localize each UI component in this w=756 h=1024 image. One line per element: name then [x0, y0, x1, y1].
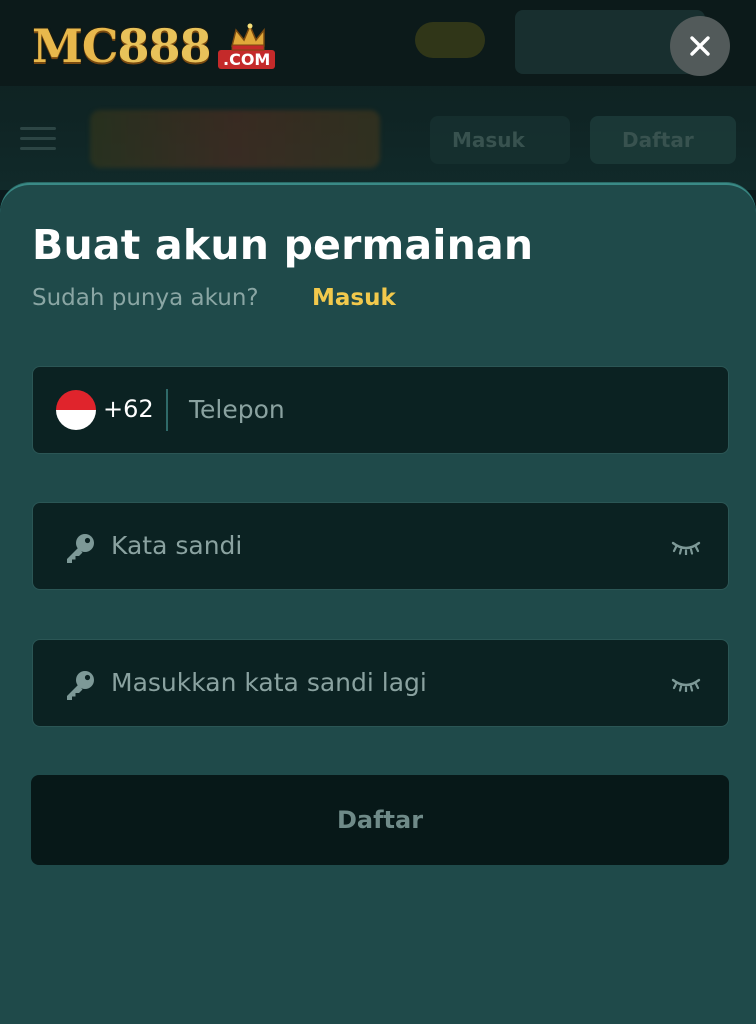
- register-button-label: Daftar: [336, 806, 424, 834]
- background-register-button: Daftar: [590, 116, 736, 164]
- confirm-password-field[interactable]: Masukkan kata sandi lagi: [32, 639, 729, 727]
- phone-input[interactable]: Telepon: [189, 395, 285, 424]
- page-title: Buat akun permainan: [32, 221, 534, 269]
- logo-text: MC888: [32, 19, 212, 73]
- crown-icon: [231, 23, 265, 51]
- register-page: Masuk Daftar MC888 .COM Buat akun permai…: [0, 0, 756, 1024]
- register-sheet: Buat akun permainan Sudah punya akun? Ma…: [0, 183, 756, 1024]
- background-register-label: Daftar: [622, 128, 694, 152]
- eye-closed-icon[interactable]: [670, 676, 702, 692]
- close-icon: [690, 36, 710, 56]
- logo-main-text: MC: [32, 19, 119, 73]
- country-code[interactable]: +62: [103, 395, 154, 423]
- indonesia-flag-icon[interactable]: [56, 390, 96, 430]
- password-input[interactable]: Kata sandi: [111, 531, 242, 560]
- background-banner: [415, 22, 485, 58]
- logo-suffix: .COM: [218, 50, 276, 69]
- password-field[interactable]: Kata sandi: [32, 502, 729, 590]
- brand-logo: MC888 .COM: [32, 18, 276, 74]
- login-prompt: Sudah punya akun?: [32, 285, 259, 311]
- background-login-label: Masuk: [452, 128, 525, 152]
- confirm-password-input[interactable]: Masukkan kata sandi lagi: [111, 668, 427, 697]
- background-logo: [90, 110, 380, 168]
- logo-number: 888: [117, 19, 212, 73]
- key-icon: [67, 671, 94, 700]
- eye-closed-icon[interactable]: [670, 539, 702, 555]
- login-link[interactable]: Masuk: [312, 285, 396, 311]
- register-button[interactable]: Daftar: [31, 775, 729, 865]
- field-divider: [166, 389, 168, 431]
- close-button[interactable]: [670, 16, 730, 76]
- background-login-button: Masuk: [430, 116, 570, 164]
- phone-field[interactable]: +62 Telepon: [32, 366, 729, 454]
- key-icon: [67, 534, 94, 563]
- background-menu-icon: [20, 120, 56, 160]
